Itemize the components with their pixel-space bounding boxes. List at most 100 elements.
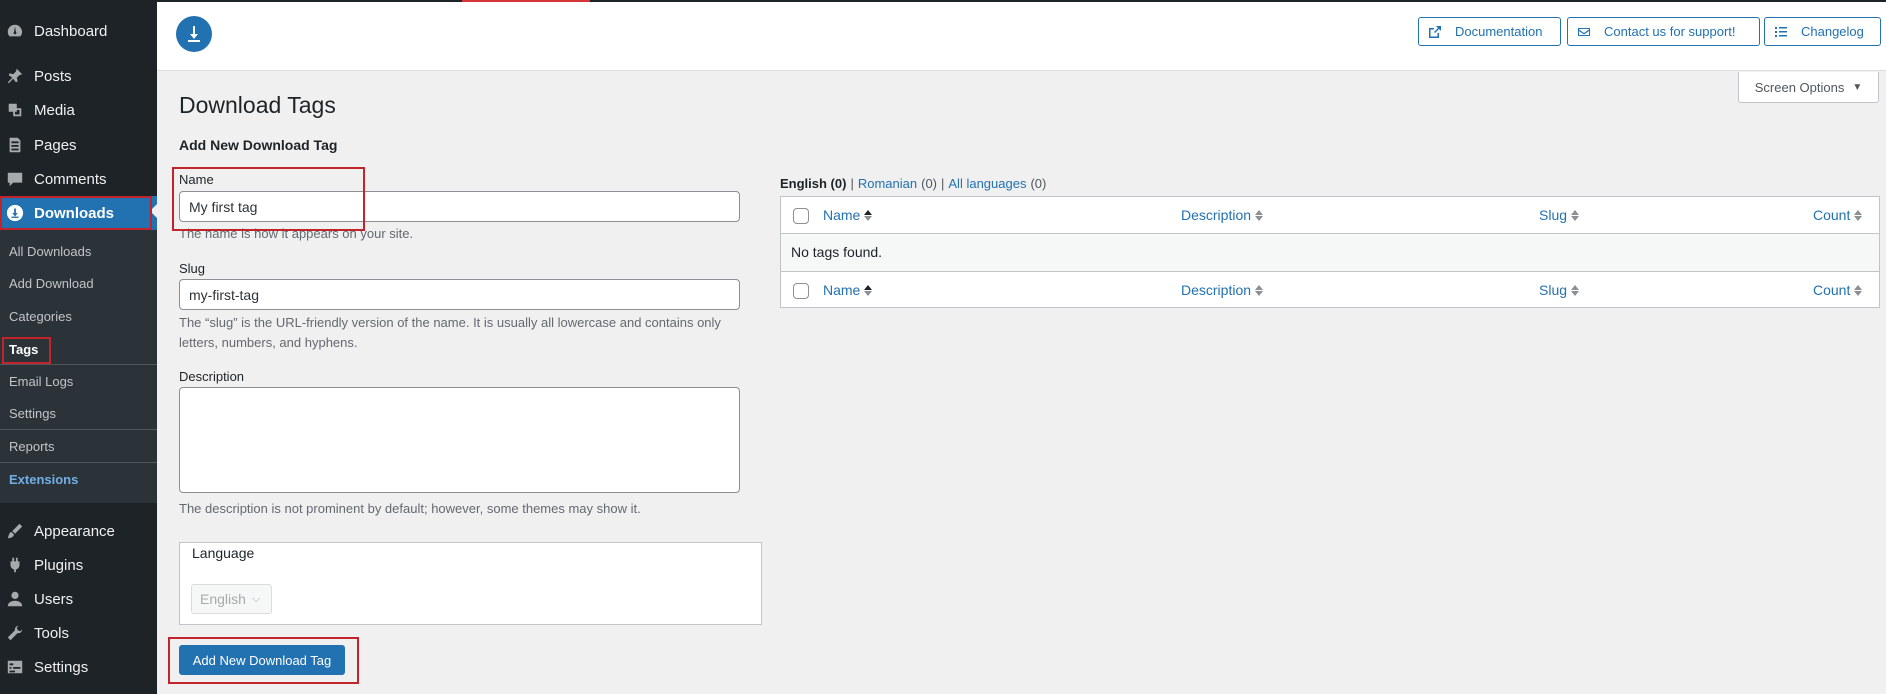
highlight-downloads-menu (0, 196, 152, 230)
column-description[interactable]: Description (1181, 207, 1264, 223)
pin-icon (6, 67, 24, 85)
page-icon (6, 136, 24, 154)
filter-separator: | (941, 176, 945, 191)
language-title: Language (192, 545, 255, 561)
table-row: No tags found. (781, 234, 1879, 271)
column-count[interactable]: Count (1813, 282, 1863, 298)
caret-down-icon: ▼ (1852, 81, 1863, 93)
menu-users[interactable]: Users (0, 582, 157, 616)
filter-romanian-count: (0) (921, 176, 937, 191)
chevron-down-icon: ⌵ (251, 592, 261, 605)
submenu-settings[interactable]: Settings (9, 404, 56, 424)
table-footer-row: Name Description Slug Count (781, 271, 1879, 308)
user-icon (6, 590, 24, 608)
sort-icon (864, 209, 873, 221)
column-slug[interactable]: Slug (1539, 282, 1580, 298)
select-all-checkbox[interactable] (793, 283, 809, 299)
no-tags-message: No tags found. (791, 244, 883, 260)
wrench-icon (6, 624, 24, 642)
media-icon (6, 101, 24, 119)
filter-english[interactable]: English (0) (780, 176, 846, 191)
admin-bar-accent (462, 0, 590, 2)
description-textarea[interactable] (179, 387, 740, 493)
highlight-name-field (172, 167, 365, 231)
documentation-label: Documentation (1455, 24, 1543, 39)
language-panel: Language English ⌵ (179, 542, 762, 625)
plug-icon (6, 556, 24, 574)
sort-icon (1854, 209, 1863, 221)
settings-icon (6, 658, 24, 676)
column-label: Name (823, 207, 861, 223)
submenu-email-logs[interactable]: Email Logs (9, 372, 73, 392)
column-label: Description (1181, 207, 1252, 223)
changelog-button[interactable]: Changelog (1764, 17, 1881, 46)
menu-dashboard[interactable]: Dashboard (0, 14, 157, 48)
slug-help: The “slug” is the URL-friendly version o… (179, 315, 721, 350)
menu-appearance[interactable]: Appearance (0, 514, 157, 548)
page-title: Download Tags (179, 92, 336, 118)
column-label: Slug (1539, 207, 1568, 223)
column-count[interactable]: Count (1813, 207, 1863, 223)
sort-icon (1255, 209, 1264, 221)
menu-label: Appearance (34, 522, 115, 540)
submenu-categories[interactable]: Categories (9, 307, 72, 327)
submenu-extensions[interactable]: Extensions (9, 470, 78, 490)
filter-separator: | (850, 176, 854, 191)
menu-posts[interactable]: Posts (0, 59, 157, 93)
sort-icon (864, 284, 873, 296)
column-label: Count (1813, 207, 1851, 223)
menu-plugins[interactable]: Plugins (0, 548, 157, 582)
menu-label: Media (34, 101, 75, 119)
menu-label: Comments (34, 170, 107, 188)
column-slug[interactable]: Slug (1539, 207, 1580, 223)
brush-icon (6, 522, 24, 540)
menu-pages[interactable]: Pages (0, 128, 157, 162)
language-select[interactable]: English ⌵ (191, 584, 272, 614)
column-label: Slug (1539, 282, 1568, 298)
column-description[interactable]: Description (1181, 282, 1264, 298)
submenu-reports[interactable]: Reports (9, 437, 55, 457)
screen-options-toggle[interactable]: Screen Options ▼ (1738, 72, 1879, 103)
menu-media[interactable]: Media (0, 93, 157, 127)
add-form-heading: Add New Download Tag (179, 137, 338, 153)
plugin-header: Documentation Contact us for support! Ch… (157, 0, 1886, 71)
highlight-submit-button (168, 637, 359, 684)
filter-all-languages[interactable]: All languages (948, 176, 1026, 191)
download-logo-icon (176, 16, 212, 52)
menu-label: Users (34, 590, 74, 608)
sort-icon (1854, 284, 1863, 296)
menu-label: Posts (34, 67, 72, 85)
menu-label: Tools (34, 624, 70, 642)
highlight-tags-submenu (2, 337, 51, 364)
dashboard-icon (6, 22, 24, 40)
filter-romanian[interactable]: Romanian (858, 176, 917, 191)
description-label: Description (179, 369, 245, 384)
documentation-button[interactable]: Documentation (1418, 17, 1561, 46)
slug-input[interactable]: my-first-tag (179, 279, 740, 310)
column-name[interactable]: Name (823, 282, 873, 298)
menu-label: Plugins (34, 556, 84, 574)
description-help: The description is not prominent by defa… (179, 501, 641, 516)
column-label: Description (1181, 282, 1252, 298)
table-header-row: Name Description Slug Count (781, 197, 1879, 234)
menu-tools[interactable]: Tools (0, 616, 157, 650)
screen-options-label: Screen Options (1754, 79, 1845, 95)
envelope-icon (1578, 27, 1590, 36)
submenu-add-download[interactable]: Add Download (9, 274, 94, 294)
menu-label: Settings (34, 658, 89, 676)
language-value: English (200, 591, 246, 607)
menu-settings[interactable]: Settings (0, 650, 157, 684)
column-label: Count (1813, 282, 1851, 298)
menu-comments[interactable]: Comments (0, 162, 157, 196)
comment-icon (6, 170, 24, 188)
select-all-checkbox[interactable] (793, 208, 809, 224)
submenu-separator (0, 364, 157, 365)
support-label: Contact us for support! (1604, 24, 1736, 39)
external-link-icon (1429, 25, 1441, 38)
menu-label: Pages (34, 136, 77, 154)
list-icon (1775, 26, 1787, 37)
support-button[interactable]: Contact us for support! (1567, 17, 1760, 46)
submenu-all-downloads[interactable]: All Downloads (9, 242, 91, 262)
sort-icon (1571, 284, 1580, 296)
column-name[interactable]: Name (823, 207, 873, 223)
